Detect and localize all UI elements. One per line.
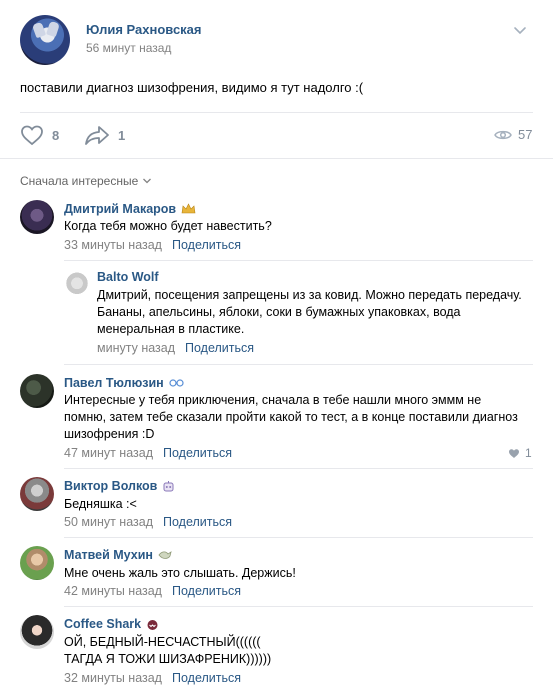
comment-share-link[interactable]: Поделиться — [163, 446, 232, 460]
comment-text: Дмитрий, посещения запрещены из за ковид… — [97, 288, 522, 336]
comment-divider — [64, 260, 533, 261]
comment-share-link[interactable]: Поделиться — [185, 341, 254, 355]
commenter-avatar[interactable] — [20, 615, 54, 649]
comment-time[interactable]: минуту назад — [97, 341, 175, 355]
comment-text: Когда тебя можно будет навестить? — [64, 219, 272, 233]
commenter-name[interactable]: Дмитрий Макаров — [64, 202, 196, 216]
commenter-name[interactable]: Coffee Shark — [64, 617, 159, 631]
comment-meta: минуту назад Поделиться — [97, 341, 254, 355]
comment-text: ОЙ, БЕДНЫЙ-НЕСЧАСТНЫЙ(((((( ТАГДА Я ТОЖИ… — [64, 635, 272, 666]
comment-text: Интересные у тебя приключения, сначала в… — [64, 393, 518, 441]
comment-share-link[interactable]: Поделиться — [172, 238, 241, 252]
post-author-name[interactable]: Юлия Рахновская — [86, 22, 202, 37]
views-counter: 57 — [494, 127, 532, 142]
comment-divider — [64, 364, 533, 365]
comment-share-link[interactable]: Поделиться — [172, 671, 241, 685]
chevron-down-icon — [143, 178, 152, 184]
comment-meta: 47 минут назад Поделиться — [64, 446, 232, 460]
comment-share-link[interactable]: Поделиться — [172, 584, 241, 598]
comment-text: Мне очень жаль это слышать. Держись! — [64, 566, 296, 580]
comment-text: Бедняшка :< — [64, 497, 137, 511]
commenter-avatar[interactable] — [20, 200, 54, 234]
comment-time[interactable]: 47 минут назад — [64, 446, 153, 460]
commenter-avatar[interactable] — [20, 477, 54, 511]
heart-icon — [509, 448, 519, 458]
commenter-name[interactable]: Виктор Волков — [64, 479, 175, 493]
eye-icon — [494, 130, 512, 139]
share-button[interactable]: 1 — [84, 124, 125, 146]
shark-icon — [147, 620, 158, 630]
comment-meta: 50 минут назад Поделиться — [64, 515, 232, 529]
comment-time[interactable]: 50 минут назад — [64, 515, 153, 529]
comment-like-button[interactable]: 1 — [508, 446, 532, 460]
comments-divider — [0, 158, 553, 159]
heart-icon — [21, 125, 43, 146]
post-author-avatar[interactable] — [20, 15, 70, 65]
comment-divider — [64, 606, 533, 607]
bird-icon — [158, 551, 172, 559]
post-divider — [20, 112, 533, 113]
like-count: 8 — [52, 127, 60, 143]
commenter-name[interactable]: Balto Wolf — [97, 270, 159, 284]
post-time[interactable]: 56 минут назад — [86, 41, 171, 55]
comment-meta: 33 минуты назад Поделиться — [64, 238, 241, 252]
comment-meta: 42 минуты назад Поделиться — [64, 584, 241, 598]
glasses-icon — [169, 379, 184, 387]
comment-time[interactable]: 42 минуты назад — [64, 584, 162, 598]
like-button[interactable]: 8 — [20, 124, 59, 146]
commenter-avatar[interactable] — [20, 374, 54, 408]
commenter-avatar[interactable] — [64, 269, 90, 295]
comment-divider — [64, 468, 533, 469]
chevron-down-icon[interactable] — [512, 22, 528, 38]
comments-sort-dropdown[interactable]: Сначала интересные — [20, 174, 152, 188]
post-text: поставили диагноз шизофрения, видимо я т… — [20, 80, 364, 95]
commenter-name[interactable]: Павел Тюлюзин — [64, 376, 184, 390]
comment-like-count: 1 — [525, 446, 532, 460]
share-count: 1 — [118, 127, 126, 143]
comment-divider — [64, 537, 533, 538]
comment-share-link[interactable]: Поделиться — [163, 515, 232, 529]
comment-time[interactable]: 33 минуты назад — [64, 238, 162, 252]
commenter-avatar[interactable] — [20, 546, 54, 580]
commenter-name[interactable]: Матвей Мухин — [64, 548, 172, 562]
share-arrow-icon — [85, 126, 109, 145]
crown-icon — [181, 203, 196, 214]
robot-icon — [163, 480, 174, 491]
comment-meta: 32 минуты назад Поделиться — [64, 671, 241, 685]
views-count: 57 — [518, 127, 533, 142]
sort-label: Сначала интересные — [20, 174, 139, 188]
comment-time[interactable]: 32 минуты назад — [64, 671, 162, 685]
